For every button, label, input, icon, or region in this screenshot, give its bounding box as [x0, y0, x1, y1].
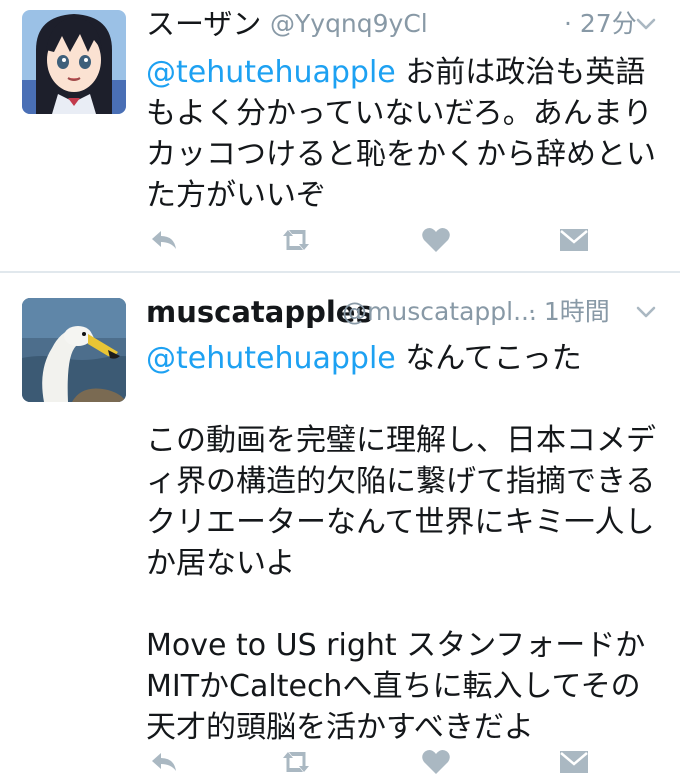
direct-message-icon[interactable]	[556, 744, 592, 780]
retweet-icon[interactable]	[278, 222, 314, 258]
tweet-header: muscatapples @muscatappl... · 1時間	[146, 290, 660, 334]
tweet-line-1: @tehutehuapple なんてこった	[146, 338, 666, 379]
tweet-actions	[146, 744, 626, 784]
avatar[interactable]	[22, 10, 126, 114]
retweet-icon[interactable]	[278, 744, 314, 780]
tweet-actions	[146, 222, 626, 262]
heart-icon[interactable]	[418, 222, 454, 258]
reply-icon[interactable]	[146, 744, 182, 780]
mention-link[interactable]: @tehutehuapple	[146, 341, 396, 376]
reply-icon[interactable]	[146, 222, 182, 258]
tweet-body-para2: この動画を完璧に理解し、日本コメディ界の構造的欠陥に繋げて指摘できるクリエーター…	[146, 423, 656, 581]
anime-girl-avatar-icon	[22, 10, 126, 114]
tweet-text: @tehutehuapple なんてこった この動画を完璧に理解し、日本コメディ…	[146, 338, 666, 748]
display-name[interactable]: muscatapples	[146, 290, 373, 334]
tweet-text: @tehutehuapple お前は政治も英語もよく分かっていないだろ。あんまり…	[146, 52, 666, 216]
timestamp[interactable]: · 27分	[564, 2, 637, 46]
direct-message-icon[interactable]	[556, 222, 592, 258]
swan-avatar-icon	[22, 298, 126, 402]
heart-icon[interactable]	[418, 744, 454, 780]
tweet-body-para3: Move to US right スタンフォードかMITかCaltechへ直ちに…	[146, 628, 646, 745]
tweet-header: スーザン @Yyqnq9yCl · 27分	[146, 2, 660, 46]
tweet-body-line1: なんてこった	[405, 341, 582, 376]
timestamp[interactable]: · 1時間	[528, 290, 610, 334]
tweet-2[interactable]: muscatapples @muscatappl... · 1時間 @tehut…	[0, 272, 680, 784]
mention-link[interactable]: @tehutehuapple	[146, 55, 396, 90]
chevron-down-icon[interactable]	[632, 298, 660, 326]
screen-name[interactable]: @Yyqnq9yCl	[270, 2, 428, 46]
display-name[interactable]: スーザン	[146, 2, 261, 46]
chevron-down-icon[interactable]	[632, 10, 660, 38]
screen-name[interactable]: @muscatappl...	[342, 290, 537, 334]
avatar[interactable]	[22, 298, 126, 402]
tweet-1[interactable]: スーザン @Yyqnq9yCl · 27分 @tehutehuapple お前は…	[0, 0, 680, 272]
